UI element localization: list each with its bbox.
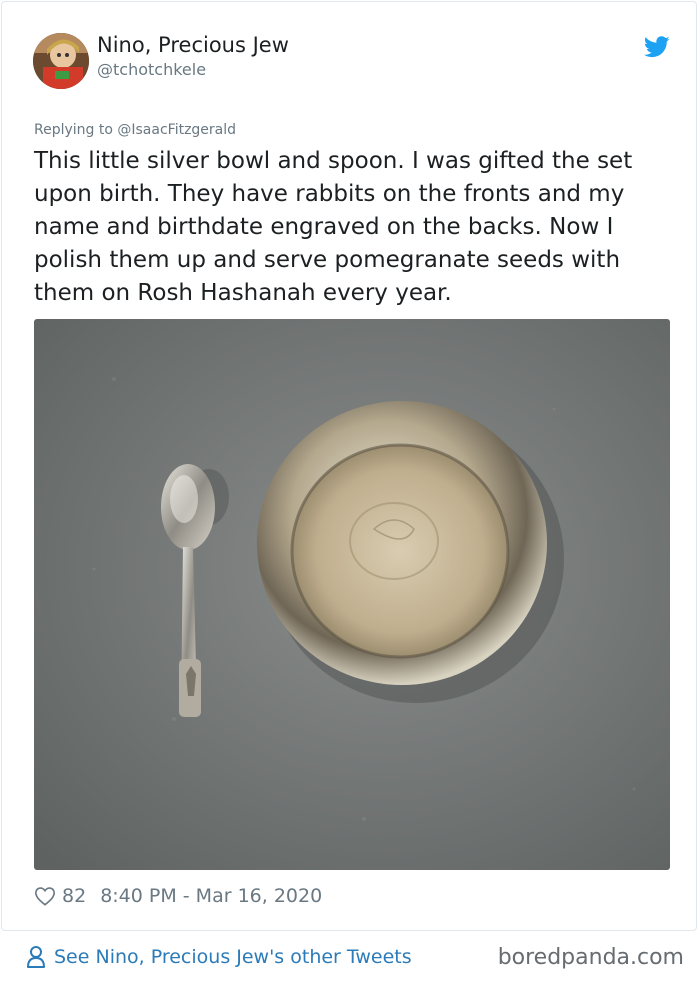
avatar-image [33,33,89,89]
user-handle[interactable]: @tchotchkele [97,60,206,79]
avatar[interactable] [33,33,89,89]
see-other-tweets-link[interactable]: See Nino, Precious Jew's other Tweets [26,943,412,971]
tweet-photo[interactable] [34,319,670,870]
heart-icon[interactable] [34,885,56,907]
user-icon [27,946,45,968]
display-name[interactable]: Nino, Precious Jew [97,33,289,57]
boredpanda-watermark: boredpanda.com [497,945,684,970]
see-other-tweets-label[interactable]: See Nino, Precious Jew's other Tweets [54,946,412,968]
like-count[interactable]: 82 [62,885,86,907]
silver-bowl-and-spoon-photo [34,319,670,870]
tweet-card: Nino, Precious Jew @tchotchkele Replying… [1,1,697,931]
tweet-text: This little silver bowl and spoon. I was… [34,148,633,306]
replying-to-line[interactable]: Replying to @IsaacFitzgerald [34,122,236,138]
twitter-bird-icon[interactable] [644,36,670,58]
tweet-meta: 82 8:40 PM - Mar 16, 2020 [34,882,322,910]
timestamp[interactable]: 8:40 PM - Mar 16, 2020 [100,885,322,907]
